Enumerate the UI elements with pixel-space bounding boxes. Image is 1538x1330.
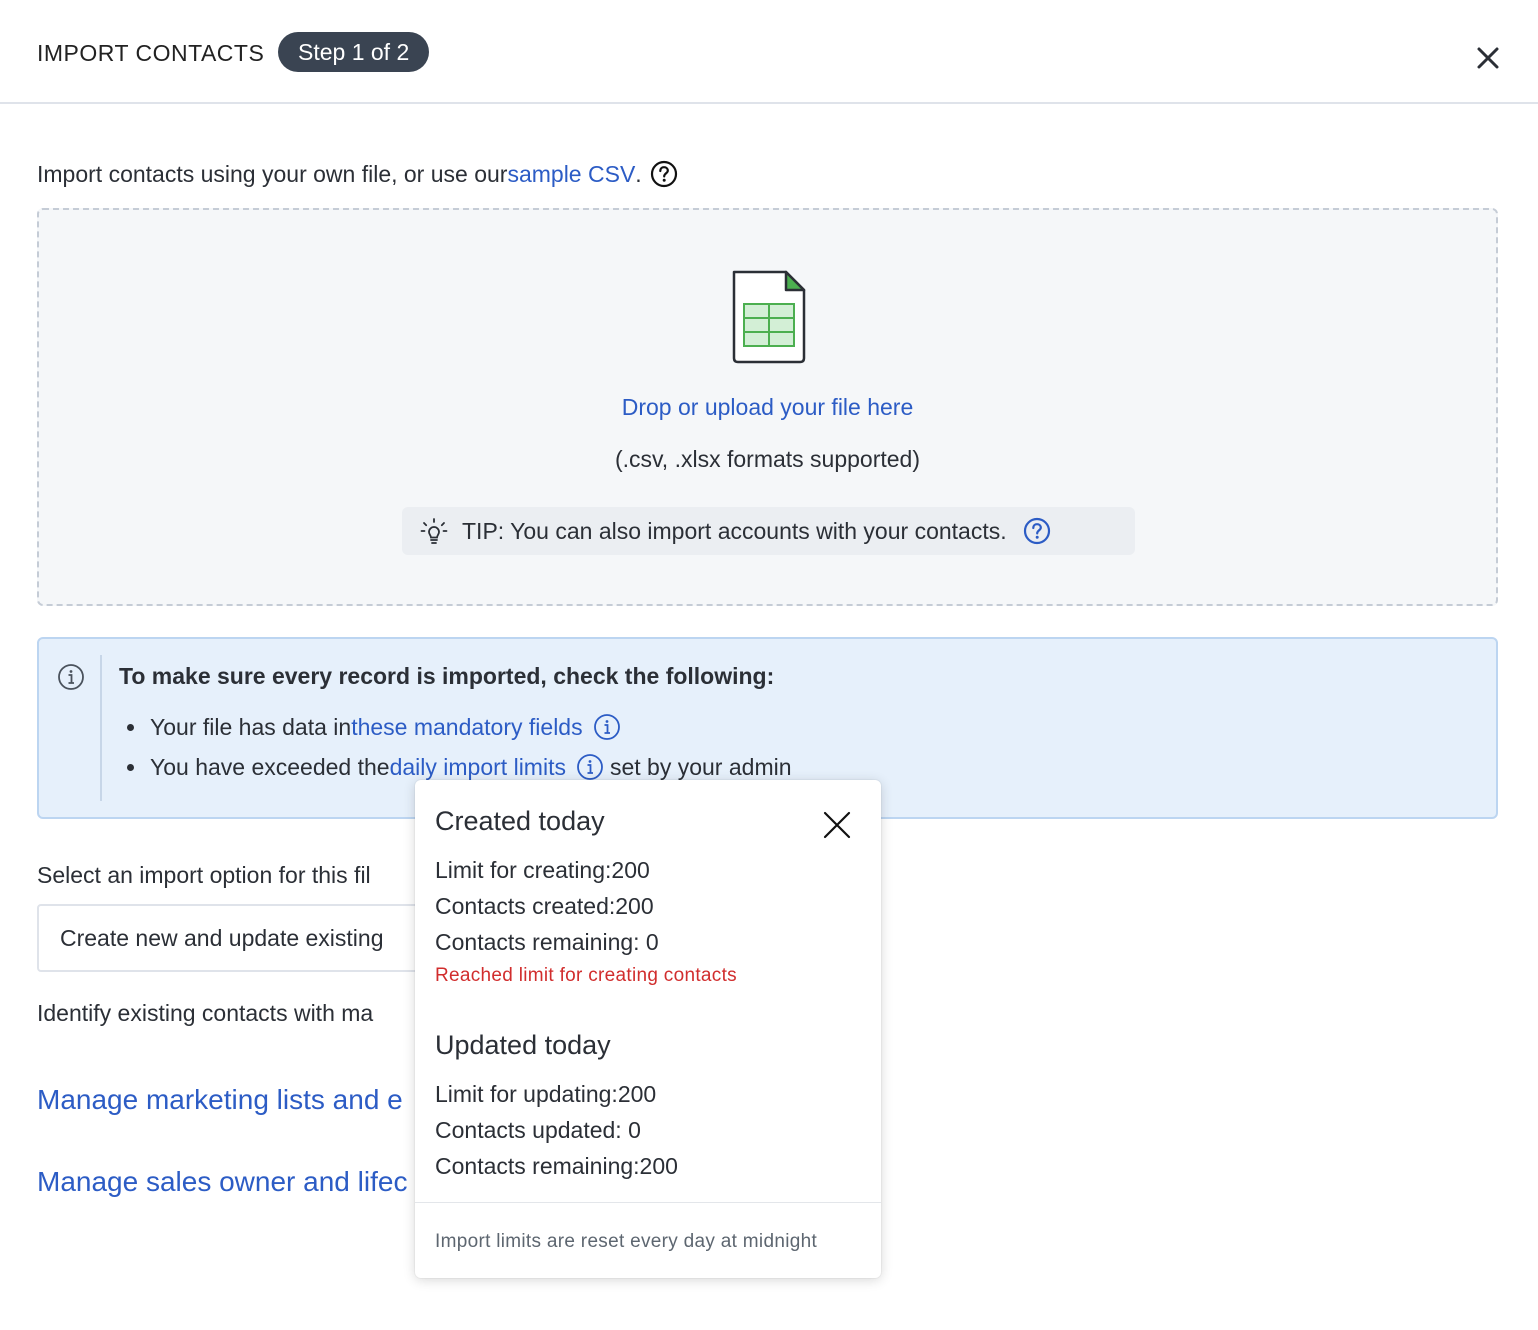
bullet-dot [127, 723, 134, 731]
contacts-updated: Contacts updated: 0 [435, 1117, 641, 1143]
modal-header: IMPORT CONTACTS Step 1 of 2 [0, 0, 1538, 104]
import-option-label: Select an import option for this fil [37, 862, 371, 888]
info-icon [58, 664, 84, 690]
close-icon[interactable] [1472, 42, 1504, 74]
mandatory-fields-link[interactable]: these mandatory fields [351, 714, 582, 741]
updated-today-heading: Updated today [435, 1030, 611, 1060]
supported-formats: (.csv, .xlsx formats supported) [614, 446, 921, 472]
upload-file-link[interactable]: Drop or upload your file here [39, 394, 1496, 421]
item-text: You have exceeded the [150, 753, 390, 780]
checklist-item-mandatory: Your file has data in these mandatory fi… [127, 713, 627, 741]
intro-prefix: Import contacts using your own file, or … [37, 160, 508, 187]
created-remaining: Contacts remaining: 0 [435, 929, 659, 955]
limit-warning: Reached limit for creating contacts [435, 965, 737, 986]
created-today-heading: Created today [435, 806, 605, 836]
bullet-dot [127, 763, 134, 771]
checklist-item-limits: You have exceeded the daily import limit… [127, 753, 792, 781]
intro-suffix: . [635, 160, 642, 187]
info-icon[interactable] [593, 713, 621, 741]
info-heading: To make sure every record is imported, c… [119, 663, 775, 689]
file-dropzone[interactable]: Drop or upload your file here (.csv, .xl… [37, 208, 1498, 606]
item-text-suffix: set by your admin [609, 753, 792, 780]
help-icon[interactable] [650, 160, 678, 188]
manage-marketing-lists-link[interactable]: Manage marketing lists and e [37, 1084, 403, 1116]
identify-contacts-label: Identify existing contacts with ma [37, 1000, 374, 1026]
import-limits-popover: Created today Limit for creating:200 Con… [415, 780, 881, 1278]
popover-divider [415, 1202, 881, 1203]
updated-remaining: Contacts remaining:200 [435, 1153, 678, 1179]
daily-import-limits-link[interactable]: daily import limits [390, 754, 566, 781]
item-text: Your file has data in [150, 713, 352, 740]
help-icon[interactable] [1023, 517, 1051, 545]
intro-text: Import contacts using your own file, or … [37, 160, 678, 188]
lightbulb-icon [420, 518, 448, 544]
close-icon[interactable] [822, 810, 852, 840]
tip-banner: TIP: You can also import accounts with y… [402, 507, 1135, 555]
limits-reset-note: Import limits are reset every day at mid… [435, 1231, 818, 1252]
limit-updating: Limit for updating:200 [435, 1081, 657, 1107]
sample-csv-link[interactable]: sample CSV [507, 161, 635, 188]
spreadsheet-file-icon [732, 270, 806, 364]
info-divider [100, 655, 102, 801]
manage-sales-owner-link[interactable]: Manage sales owner and lifec [37, 1166, 407, 1198]
tip-text: TIP: You can also import accounts with y… [462, 517, 1007, 544]
step-badge: Step 1 of 2 [278, 32, 430, 72]
modal-title: IMPORT CONTACTS [37, 40, 265, 66]
contacts-created: Contacts created:200 [435, 893, 654, 919]
limit-creating: Limit for creating:200 [435, 857, 650, 883]
info-icon[interactable] [576, 753, 604, 781]
